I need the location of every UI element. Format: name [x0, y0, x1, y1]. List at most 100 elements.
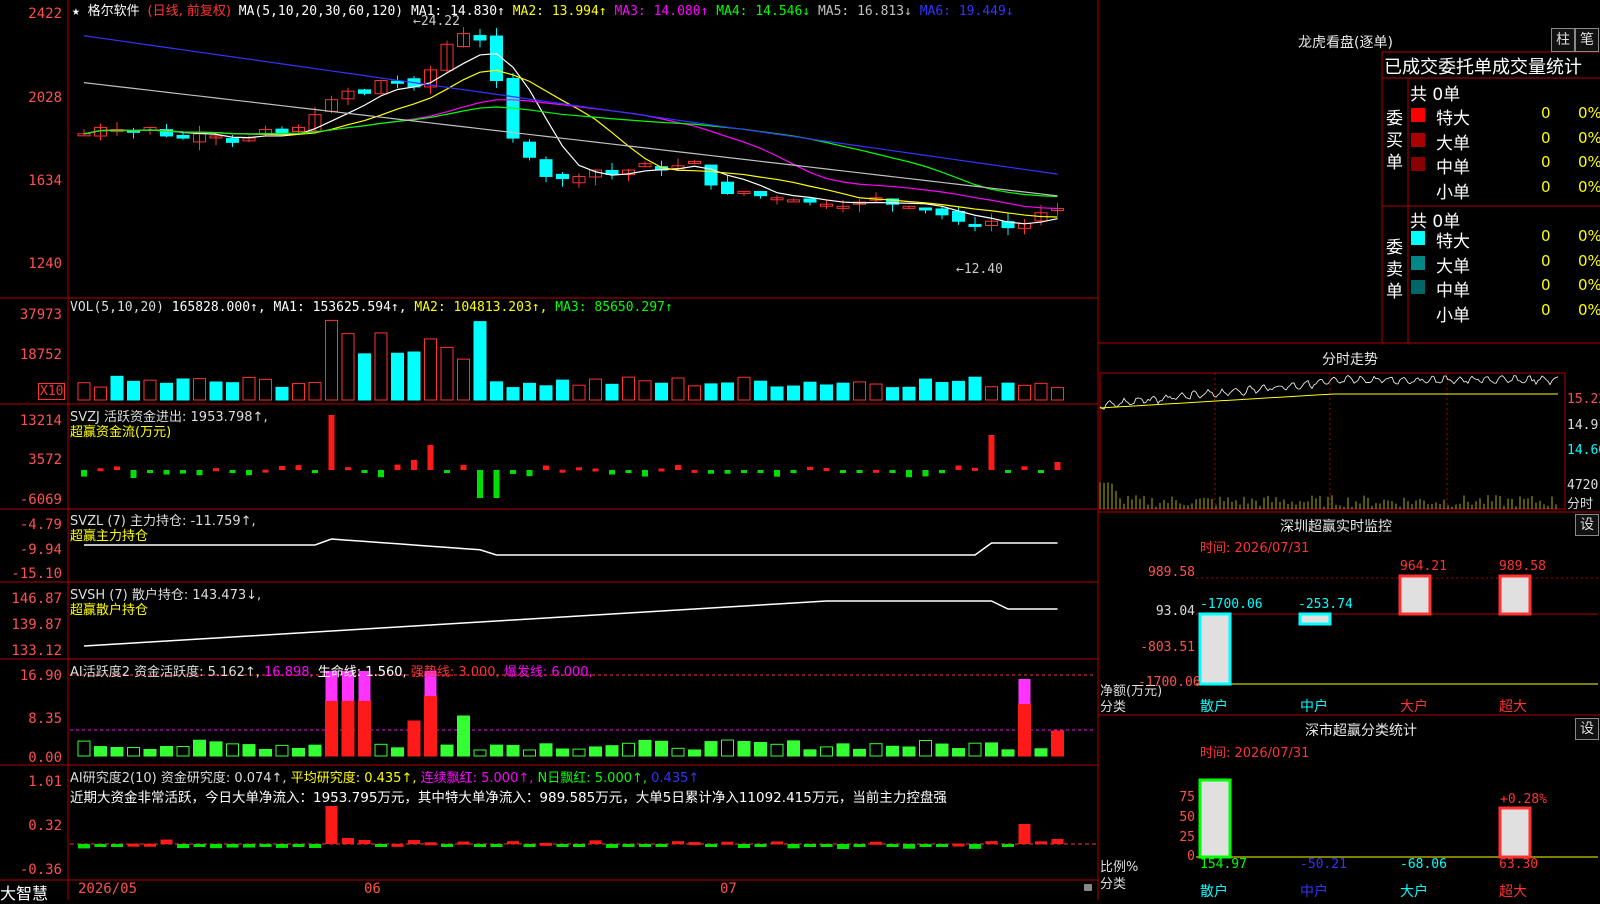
- research-bar: [111, 844, 123, 847]
- research-bar: [622, 844, 635, 847]
- active-bar: [226, 743, 239, 757]
- sh-cat-2: 中户: [1300, 884, 1328, 900]
- volume-bar: [754, 380, 767, 401]
- active-bar: [424, 695, 437, 757]
- fund-flow-bar: [658, 468, 665, 472]
- volume-bar: [193, 378, 206, 401]
- volume-bar: [902, 386, 916, 401]
- active-bar: [671, 747, 685, 757]
- research-bar: [424, 842, 437, 846]
- volume-bar: [440, 346, 454, 401]
- order-count: 0: [1541, 251, 1551, 270]
- lock-icon[interactable]: [1084, 884, 1092, 891]
- date-axis-3: 07: [720, 881, 737, 897]
- bar-mode-button[interactable]: 柱: [1551, 28, 1575, 52]
- order-count: 0: [1541, 276, 1551, 294]
- active-bar: [506, 744, 520, 757]
- active-bar: [242, 744, 256, 757]
- volume-bar: [589, 378, 602, 401]
- active-bar: [539, 743, 553, 757]
- tick-mode-button[interactable]: 笔: [1575, 28, 1599, 52]
- active-bar: [622, 742, 635, 757]
- active-bar: [374, 743, 388, 757]
- sh-pct-badge: +0.28%: [1500, 792, 1547, 807]
- sh-axis-3: 25: [1179, 830, 1195, 845]
- volume-bar: [556, 379, 569, 401]
- fund-flow-bar: [279, 465, 285, 470]
- date-axis-1: 2026/05: [78, 881, 138, 897]
- research-bar: [507, 841, 519, 845]
- legend-swatch: [1411, 108, 1425, 122]
- volume-bar: [803, 381, 817, 401]
- research-bar: [78, 844, 90, 849]
- research-bar: [342, 838, 354, 844]
- research-bar: [804, 844, 816, 847]
- active-bar: [490, 744, 503, 757]
- fund-flow-bar: [229, 470, 236, 473]
- ai-research-summary: 近期大资金非常活跃，今日大单净流入：1953.795万元，其中特大单净流入：98…: [70, 790, 947, 806]
- vol-axis-1: 37973: [19, 307, 62, 323]
- fund-flow-bar: [312, 470, 318, 474]
- period-label[interactable]: (日线, 前复权): [148, 4, 231, 19]
- volume-bar: [935, 382, 949, 401]
- svzl-axis-2: -9.94: [19, 542, 62, 558]
- volume-bar: [638, 380, 652, 401]
- research-bar: [771, 841, 783, 845]
- volume-bar: [886, 387, 899, 401]
- buy-side-label: 委买单: [1386, 109, 1403, 173]
- main-chart-canvas[interactable]: [0, 0, 1600, 900]
- active-bar: [704, 741, 718, 757]
- research-bar: [276, 844, 288, 848]
- fund-flow-bar: [741, 470, 747, 473]
- fund-flow-bar: [97, 468, 104, 472]
- active-bar: [1018, 703, 1031, 757]
- research-bar: [787, 844, 800, 849]
- candle-body: [721, 181, 734, 195]
- volume-bars: [77, 319, 1064, 401]
- svsh-line: [83, 600, 1058, 647]
- research-bar: [969, 844, 981, 849]
- sz-settings-button[interactable]: 设: [1575, 514, 1599, 536]
- volume-bar: [325, 319, 338, 401]
- ma-header: MA(5,10,20,30,60,120): [238, 4, 404, 19]
- active-bar: [985, 742, 998, 757]
- sz-bar-retail: [1198, 612, 1232, 686]
- sh-axis-1: 75: [1179, 790, 1195, 805]
- fund-flow-bar: [460, 464, 467, 470]
- sh-settings-button[interactable]: 设: [1575, 718, 1599, 740]
- fund-flow-bar: [1054, 462, 1061, 470]
- ai-active-axis-2: 8.35: [28, 711, 62, 727]
- order-size-label: 小单: [1436, 182, 1470, 203]
- sh-time: 时间: 2026/07/31: [1200, 746, 1310, 761]
- svzj-axis-2: 3572: [28, 452, 62, 468]
- order-stat-tabs[interactable]: 已成交委托单成交量统计: [1384, 53, 1582, 79]
- fund-flow-bar: [1005, 470, 1011, 473]
- fund-flow-bar: [856, 470, 863, 473]
- research-bar: [94, 844, 107, 847]
- ma-value-4: MA4: 14.546↓: [716, 4, 818, 19]
- sz-value-3: 964.21: [1400, 559, 1447, 574]
- svzj-axis-3: -6069: [19, 492, 62, 508]
- stock-name[interactable]: 格尔软件: [88, 4, 140, 19]
- ma-line: [83, 106, 1058, 198]
- active-bar: [688, 749, 701, 757]
- active-bar: [275, 744, 289, 757]
- svsh-axis-2: 139.87: [11, 617, 62, 633]
- volume-bar: [721, 382, 734, 401]
- order-percent: 0%: [1578, 227, 1600, 245]
- fund-flow-bar: [81, 470, 87, 477]
- active-bar: [391, 747, 404, 757]
- fund-flow-bar: [345, 467, 351, 471]
- sz-value-4: 989.58: [1499, 559, 1546, 574]
- fund-flow-bar: [246, 470, 252, 476]
- candle-body: [226, 138, 239, 143]
- price-axis-1: 2422: [28, 6, 62, 22]
- intraday-title: 分时走势: [1322, 352, 1378, 368]
- volume-bar: [572, 384, 586, 401]
- fund-flow-bar: [361, 470, 368, 473]
- legend-swatch: [1411, 231, 1425, 245]
- favorite-star-icon[interactable]: ★: [72, 4, 80, 19]
- app-name[interactable]: 大智慧: [0, 880, 48, 904]
- volume-bar: [704, 383, 718, 401]
- active-bar: [886, 745, 899, 757]
